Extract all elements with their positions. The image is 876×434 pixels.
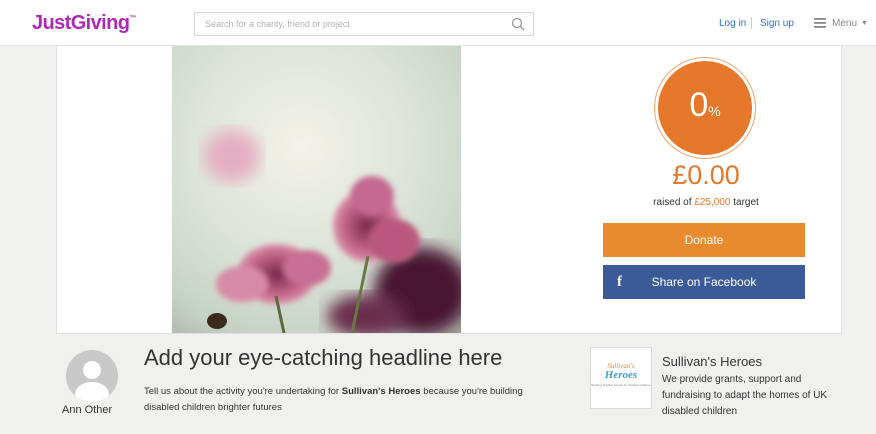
- chevron-down-icon[interactable]: ▼: [861, 20, 868, 27]
- progress-circle: 0%: [655, 58, 755, 158]
- charity-mention: Sullivan's Heroes: [341, 386, 421, 397]
- search-input[interactable]: [195, 13, 495, 35]
- share-facebook-label: Share on Facebook: [651, 275, 757, 289]
- menu-button[interactable]: Menu: [832, 18, 857, 29]
- nav-divider: [751, 17, 752, 29]
- target-amount: £25,000: [694, 197, 731, 208]
- fundraising-hero: 0% £0.00 raised of £25,000 target Donate…: [56, 46, 842, 334]
- hamburger-icon[interactable]: [814, 18, 826, 28]
- charity-name[interactable]: Sullivan's Heroes: [662, 354, 762, 369]
- charity-description: We provide grants, support and fundraisi…: [662, 374, 828, 417]
- search-box: [194, 12, 534, 36]
- share-facebook-button[interactable]: f Share on Facebook: [603, 265, 805, 299]
- donate-button[interactable]: Donate: [603, 223, 805, 257]
- page-description: Tell us about the activity you're undert…: [144, 386, 523, 413]
- hero-photo: [172, 46, 461, 333]
- user-avatar-icon: [66, 350, 118, 402]
- target-text: raised of £25,000 target: [653, 197, 759, 208]
- search-icon[interactable]: [511, 17, 525, 31]
- amount-raised: £0.00: [672, 160, 740, 190]
- login-link[interactable]: Log in: [719, 18, 746, 29]
- signup-link[interactable]: Sign up: [760, 18, 794, 29]
- justgiving-logo[interactable]: JustGiving™: [32, 12, 136, 35]
- charity-logo[interactable]: Sullivan's Heroes Building brighter futu…: [590, 347, 652, 409]
- page-owner-name: Ann Other: [62, 404, 113, 416]
- page-headline: Add your eye-catching headline here: [144, 345, 503, 370]
- site-header: JustGiving™ Log in Sign up Menu ▼: [0, 0, 876, 46]
- progress-percent: 0%: [689, 86, 721, 124]
